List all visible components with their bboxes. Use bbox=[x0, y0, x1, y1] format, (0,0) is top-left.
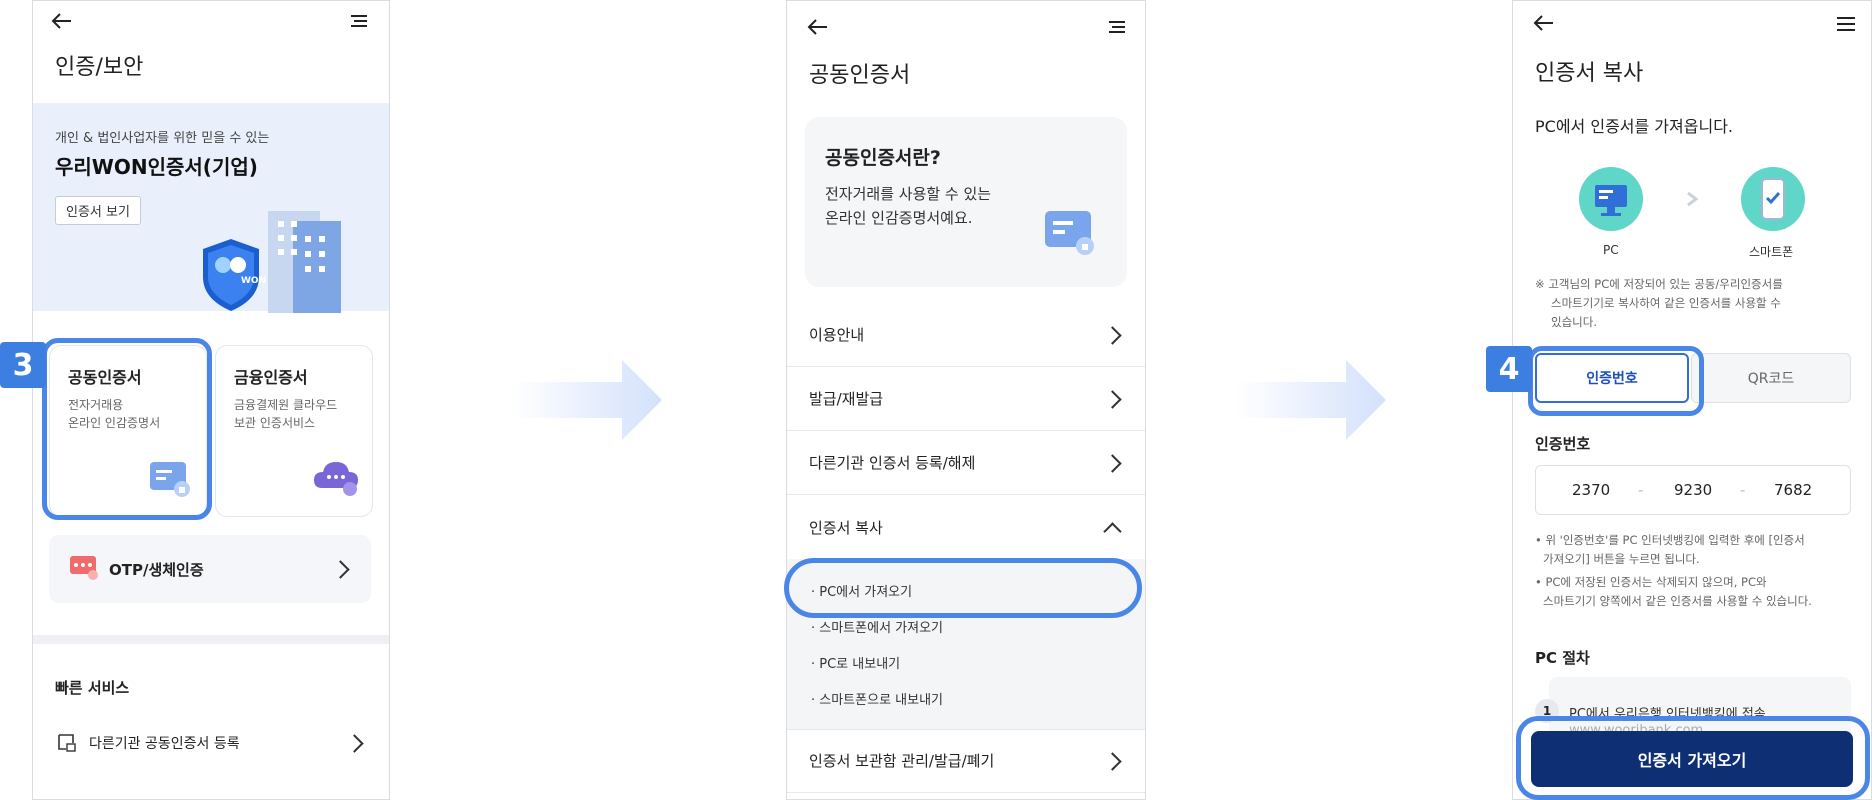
otp-icon bbox=[70, 556, 98, 580]
notice-line: ※ 고객님의 PC에 저장되어 있는 공동/우리인증서를 bbox=[1535, 277, 1783, 291]
page-title: 인증서 복사 bbox=[1535, 61, 1644, 86]
submenu-export-to-phone[interactable]: · 스마트폰으로 내보내기 bbox=[811, 689, 943, 708]
chevron-right-icon bbox=[1103, 752, 1122, 771]
menu-label: 다른기관 인증서 등록/해제 bbox=[809, 454, 976, 472]
info-text: 전자거래를 사용할 수 있는 bbox=[825, 185, 992, 203]
card-title: 금융인증서 bbox=[234, 368, 308, 387]
notice-line: 스마트기기로 복사하여 같은 인증서를 사용할 수 bbox=[1551, 296, 1781, 310]
bullet-line: 스마트기기 양쪽에서 같은 인증서를 사용할 수 있습니다. bbox=[1543, 594, 1812, 608]
back-arrow-icon[interactable] bbox=[1533, 13, 1557, 33]
code-part: 7682 bbox=[1774, 481, 1813, 499]
quick-services-title: 빠른 서비스 bbox=[55, 679, 130, 697]
code-part: 9230 bbox=[1674, 481, 1713, 499]
submenu-import-from-phone[interactable]: · 스마트폰에서 가져오기 bbox=[811, 617, 943, 636]
step-3-highlight bbox=[42, 338, 212, 520]
step-4-badge: 4 bbox=[1486, 346, 1532, 392]
menu-certificate-copy[interactable]: 인증서 복사 bbox=[787, 495, 1145, 559]
chevron-right-icon bbox=[1103, 454, 1122, 473]
menu-label: 인증서 보관함 관리/발급/폐기 bbox=[809, 752, 995, 770]
screen-joint-certificate: 공동인증서 공동인증서란? 전자거래를 사용할 수 있는 온라인 인감증명서예요… bbox=[786, 0, 1146, 800]
bullet-line: 가져오기] 버튼을 누르면 됩니다. bbox=[1543, 552, 1700, 566]
menu-label: 이용안내 bbox=[809, 326, 865, 344]
info-title: 공동인증서란? bbox=[825, 147, 941, 169]
menu-issue[interactable]: 발급/재발급 bbox=[787, 367, 1145, 431]
won-certificate-banner: 개인 & 법인사업자를 위한 믿을 수 있는 우리WON인증서(기업) 인증서 … bbox=[33, 103, 389, 313]
card-desc: 보관 인증서비스 bbox=[234, 416, 316, 430]
pc-steps-title: PC 절차 bbox=[1535, 649, 1590, 667]
submenu-export-to-pc[interactable]: · PC로 내보내기 bbox=[811, 653, 900, 672]
view-certificate-button[interactable]: 인증서 보기 bbox=[55, 196, 141, 225]
flow-arrow-icon bbox=[512, 360, 662, 440]
banner-heading: 우리WON인증서(기업) bbox=[55, 155, 258, 179]
building-illustration bbox=[203, 211, 341, 313]
chevron-right-icon bbox=[1103, 390, 1122, 409]
pc-label: PC bbox=[1603, 243, 1619, 257]
smartphone-label: 스마트폰 bbox=[1749, 245, 1794, 259]
banner-subtitle: 개인 & 법인사업자를 위한 믿을 수 있는 bbox=[55, 131, 270, 146]
pc-icon bbox=[1579, 167, 1643, 231]
flow-arrow-icon bbox=[1236, 360, 1386, 440]
cloud-certificate-icon bbox=[314, 462, 358, 496]
step-3-badge: 3 bbox=[0, 342, 46, 388]
menu-label: 발급/재발급 bbox=[809, 390, 884, 408]
code-part: 2370 bbox=[1572, 481, 1611, 499]
hamburger-menu-icon[interactable] bbox=[1835, 15, 1857, 33]
code-separator: - bbox=[1740, 481, 1746, 499]
pc-import-highlight bbox=[784, 558, 1142, 618]
otp-biometric-row[interactable]: OTP/생체인증 bbox=[49, 535, 371, 603]
copy-notice: ※ 고객님의 PC에 저장되어 있는 공동/우리인증서를 스마트기기로 복사하여… bbox=[1535, 275, 1855, 332]
instruction-bullets: • 위 '인증번호'를 PC 인터넷뱅킹에 입력한 후에 [인증서 가져오기] … bbox=[1535, 531, 1855, 611]
section-divider bbox=[33, 635, 389, 644]
back-arrow-icon[interactable] bbox=[51, 11, 75, 31]
info-text: 온라인 인감증명서예요. bbox=[825, 209, 973, 227]
certificate-register-icon bbox=[58, 734, 76, 752]
menu-usage-guide[interactable]: 이용안내 bbox=[787, 303, 1145, 367]
otp-label: OTP/생체인증 bbox=[109, 561, 204, 579]
chevron-right-icon bbox=[345, 734, 364, 753]
back-arrow-icon[interactable] bbox=[807, 17, 831, 37]
card-desc: 금융결제원 클라우드 bbox=[234, 398, 338, 412]
menu-other-institution[interactable]: 다른기관 인증서 등록/해제 bbox=[787, 431, 1145, 495]
page-subtitle: PC에서 인증서를 가져옵니다. bbox=[1535, 117, 1733, 136]
quick-item-label: 다른기관 공동인증서 등록 bbox=[89, 736, 240, 752]
auth-number-tab-highlight bbox=[1528, 346, 1704, 416]
code-label: 인증번호 bbox=[1535, 435, 1591, 453]
page-title: 공동인증서 bbox=[809, 63, 911, 88]
import-button-highlight bbox=[1516, 716, 1870, 800]
chevron-right-icon bbox=[1687, 191, 1699, 207]
quick-service-item[interactable]: 다른기관 공동인증서 등록 bbox=[33, 723, 389, 763]
menu-certificate-storage[interactable]: 인증서 보관함 관리/발급/폐기 bbox=[787, 729, 1145, 793]
financial-certificate-card[interactable]: 금융인증서 금융결제원 클라우드 보관 인증서비스 bbox=[215, 345, 373, 517]
notice-line: 있습니다. bbox=[1551, 315, 1597, 329]
tab-qr-code[interactable]: QR코드 bbox=[1691, 353, 1851, 403]
chevron-right-icon bbox=[1103, 326, 1122, 345]
info-card: 공동인증서란? 전자거래를 사용할 수 있는 온라인 인감증명서예요. bbox=[805, 117, 1127, 287]
auth-code-field: 2370 - 9230 - 7682 bbox=[1535, 465, 1851, 515]
shield-text: WON bbox=[241, 276, 267, 286]
smartphone-icon bbox=[1741, 167, 1805, 231]
menu-icon[interactable] bbox=[1105, 19, 1127, 35]
chevron-right-icon bbox=[331, 560, 350, 579]
bullet-line: • PC에 저장된 인증서는 삭제되지 않으며, PC와 bbox=[1535, 575, 1767, 589]
certificate-icon bbox=[1045, 211, 1094, 255]
code-separator: - bbox=[1638, 481, 1644, 499]
page-title: 인증/보안 bbox=[55, 55, 144, 80]
menu-icon[interactable] bbox=[347, 13, 369, 29]
bullet-line: • 위 '인증번호'를 PC 인터넷뱅킹에 입력한 후에 [인증서 bbox=[1535, 533, 1805, 547]
chevron-up-icon bbox=[1103, 522, 1122, 541]
menu-label: 인증서 복사 bbox=[809, 518, 883, 537]
